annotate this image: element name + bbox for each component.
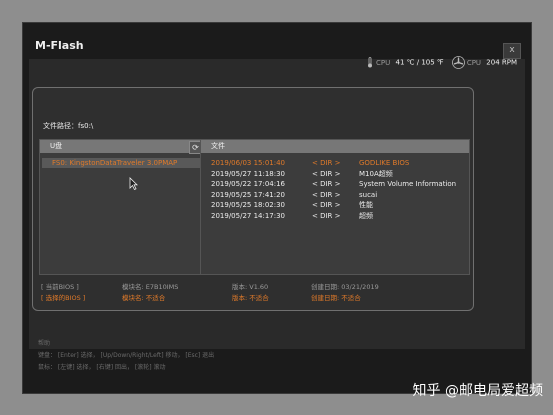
drive-panel-header: U盘 ⟳ — [40, 140, 203, 154]
file-panel-header: 文件 — [201, 140, 469, 153]
cpu-fan-label: CPU — [466, 58, 482, 67]
file-name: sucai — [359, 190, 378, 199]
hardware-status: CPU 41 ℃ / 105 ℉ CPU 204 RPM — [366, 56, 517, 69]
file-name: GODLIKE BIOS — [359, 159, 410, 167]
cpu-temp-value: 41 ℃ / 105 ℉ — [395, 58, 444, 67]
file-name: System Volume Information — [359, 180, 457, 188]
drive-item[interactable]: FS0: KingstonDataTraveler 3.0PMAP — [42, 158, 201, 168]
cpu-temp-label: CPU — [376, 58, 391, 67]
cpu-temp: CPU 41 ℃ / 105 ℉ — [366, 57, 444, 68]
window-title: M-Flash — [35, 39, 84, 52]
file-name: 性能 — [359, 201, 373, 209]
selected-bios-module: 模块名: 不适合 — [122, 294, 166, 302]
current-bios-label: [ 当前BIOS ] — [41, 283, 79, 291]
file-row[interactable]: 2019/05/27 11:18:30 < DIR > M10A超频 — [201, 169, 469, 180]
flash-dialog: 文件路径：fs0:\ U盘 ⟳ FS0: KingstonDataTravele… — [32, 87, 474, 311]
help-title: 帮助 — [38, 340, 51, 347]
file-date: 2019/05/25 18:02:30 — [211, 201, 286, 209]
cpu-fan-value: 204 RPM — [486, 58, 517, 67]
selected-bios-version: 版本: 不适合 — [232, 294, 269, 302]
thermometer-icon — [367, 57, 372, 68]
file-type: < DIR > — [312, 211, 341, 220]
current-bios-row: [ 当前BIOS ] 模块名: E7B10IMS 版本: V1.60 创建日期:… — [33, 281, 473, 292]
file-type: < DIR > — [312, 190, 341, 199]
current-bios-version: 版本: V1.60 — [232, 283, 269, 291]
file-date: 2019/06/03 15:01:40 — [211, 159, 286, 167]
drive-panel-title: U盘 — [50, 142, 63, 150]
fan-icon — [451, 56, 465, 69]
selected-bios-label: [ 选择的BIOS ] — [41, 294, 86, 302]
selected-bios-row: [ 选择的BIOS ] 模块名: 不适合 版本: 不适合 创建日期: 不适合 — [33, 292, 473, 303]
file-row[interactable]: 2019/05/22 17:04:16 < DIR > System Volume … — [201, 179, 469, 190]
file-type: < DIR > — [312, 201, 341, 209]
file-type: < DIR > — [312, 180, 341, 188]
file-date: 2019/05/27 11:18:30 — [211, 169, 286, 178]
help-section: 帮助 键盘： [Enter] 选择， [Up/Down/Right/Left] … — [38, 338, 214, 374]
file-date: 2019/05/25 17:41:20 — [211, 190, 286, 199]
help-keyboard: 键盘： [Enter] 选择， [Up/Down/Right/Left] 移动，… — [38, 352, 215, 359]
file-row[interactable]: 2019/06/03 15:01:40 < DIR > GODLIKE BIOS — [201, 158, 469, 169]
file-path: 文件路径：fs0:\ — [43, 122, 94, 130]
file-name: 超频 — [359, 211, 373, 220]
file-panel: 文件 2019/06/03 15:01:40 < DIR > GODLIKE BIO… — [200, 139, 470, 275]
file-type: < DIR > — [312, 169, 341, 178]
file-date: 2019/05/22 17:04:16 — [211, 180, 286, 188]
selected-bios-date: 创建日期: 不适合 — [311, 294, 361, 302]
file-row[interactable]: 2019/05/25 17:41:20 < DIR > sucai — [201, 190, 469, 201]
watermark: 知乎 @邮电局爱超频 — [412, 383, 543, 399]
current-bios-date: 创建日期: 03/21/2019 — [311, 283, 379, 291]
file-list: 2019/06/03 15:01:40 < DIR > GODLIKE BIOS 20… — [201, 153, 469, 221]
mouse-cursor-icon — [129, 177, 138, 190]
cpu-fan: CPU 204 RPM — [451, 56, 517, 69]
help-mouse: 鼠标： [左键] 选择， [右键] 回出， [滚轮] 滚动 — [38, 364, 166, 371]
file-date: 2019/05/27 14:17:30 — [211, 211, 286, 220]
file-row[interactable]: 2019/05/25 18:02:30 < DIR > 性能 — [201, 200, 469, 211]
file-row[interactable]: 2019/05/27 14:17:30 < DIR > 超频 — [201, 211, 469, 222]
drive-panel: U盘 ⟳ FS0: KingstonDataTraveler 3.0PMAP — [39, 139, 204, 275]
file-type: < DIR > — [312, 159, 341, 167]
bios-info: [ 当前BIOS ] 模块名: E7B10IMS 版本: V1.60 创建日期:… — [33, 281, 473, 303]
current-bios-module: 模块名: E7B10IMS — [122, 283, 179, 291]
file-name: M10A超频 — [359, 169, 393, 178]
